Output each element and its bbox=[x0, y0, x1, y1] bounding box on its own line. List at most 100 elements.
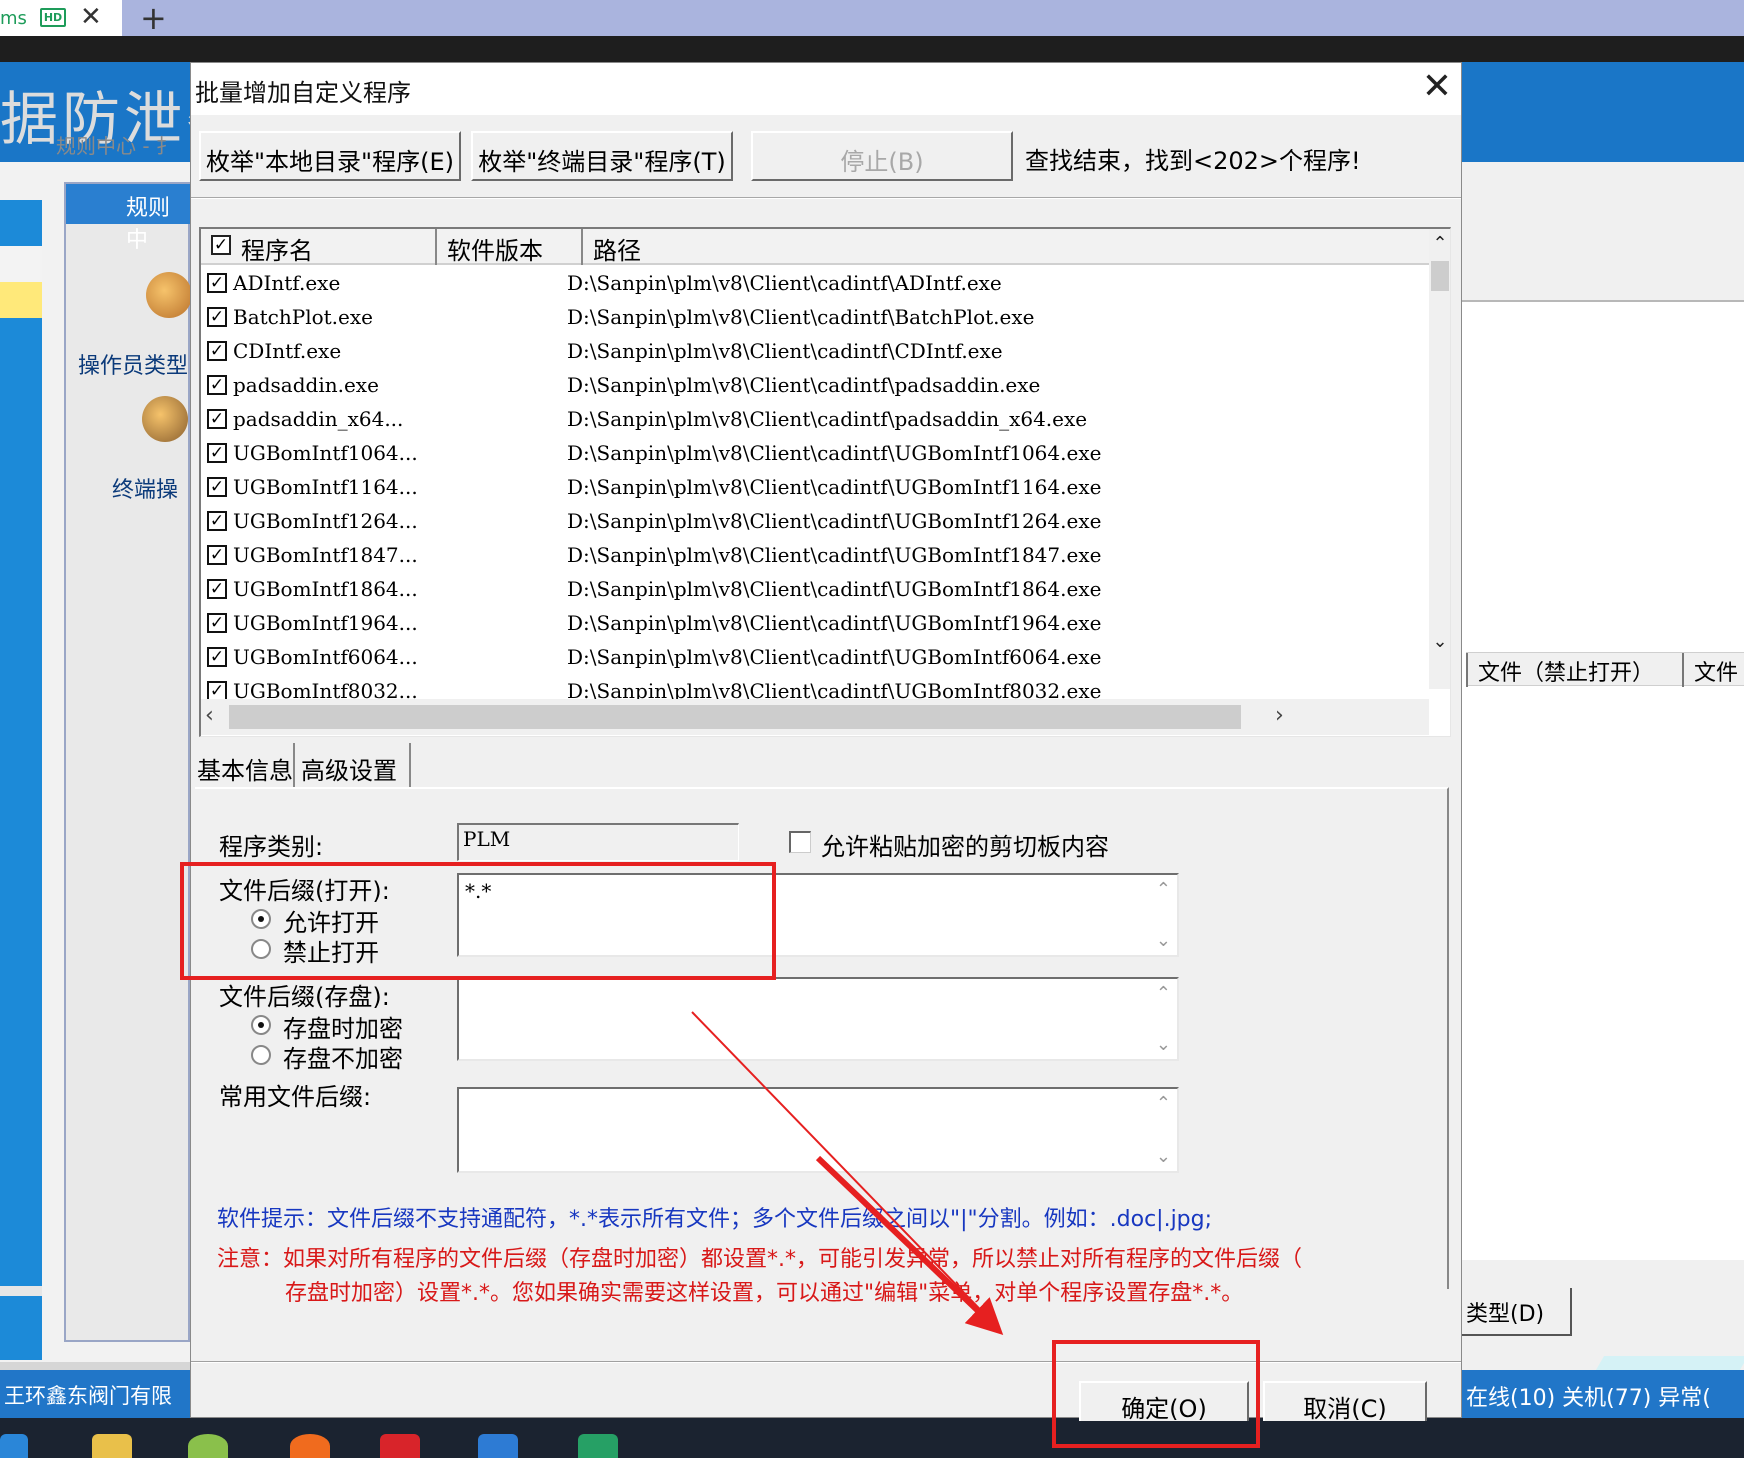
row-checkbox[interactable]: ✓ bbox=[207, 477, 227, 497]
forbid-open-label[interactable]: 禁止打开 bbox=[283, 933, 379, 968]
scroll-right-icon[interactable]: › bbox=[1275, 703, 1284, 728]
table-row[interactable]: ✓ UGBomIntf1847... D:\Sanpin\plm\v8\Client… bbox=[201, 537, 1287, 571]
program-name-cell: CDIntf.exe bbox=[233, 339, 342, 363]
clipboard-checkbox[interactable] bbox=[789, 831, 811, 853]
scroll-up-icon[interactable]: ⌃ bbox=[1156, 1093, 1171, 1114]
scroll-left-icon[interactable]: ‹ bbox=[205, 703, 214, 728]
table-row[interactable]: ✓ CDIntf.exe D:\Sanpin\plm\v8\Client\cadin… bbox=[201, 333, 1287, 367]
row-checkbox[interactable]: ✓ bbox=[207, 681, 227, 701]
scroll-up-icon[interactable]: ⌃ bbox=[1429, 233, 1450, 255]
scroll-thumb[interactable] bbox=[1431, 261, 1449, 291]
ie-icon[interactable] bbox=[0, 1434, 28, 1458]
app-icon[interactable] bbox=[188, 1434, 228, 1458]
scroll-up-icon[interactable]: ⌃ bbox=[1156, 879, 1171, 900]
tab-strip: 基本信息 高级设置 bbox=[191, 743, 1461, 787]
ok-button[interactable]: 确定(O) bbox=[1079, 1381, 1249, 1423]
table-row[interactable]: ✓ UGBomIntf1264... D:\Sanpin\plm\v8\Client… bbox=[201, 503, 1287, 537]
vertical-scrollbar[interactable]: ⌃ ⌄ bbox=[1429, 229, 1450, 689]
wps-icon[interactable] bbox=[380, 1434, 420, 1458]
firefox-icon[interactable] bbox=[290, 1434, 330, 1458]
close-icon[interactable]: ✕ bbox=[1415, 65, 1459, 109]
tab-basic-info[interactable]: 基本信息 bbox=[191, 743, 293, 787]
divider bbox=[191, 1361, 1461, 1363]
bg-nav-item[interactable] bbox=[0, 246, 42, 282]
program-name-cell: UGBomIntf1264... bbox=[233, 509, 418, 533]
clipboard-label[interactable]: 允许粘贴加密的剪切板内容 bbox=[821, 827, 1109, 862]
bg-column-forbid-open[interactable]: 文件（禁止打开） bbox=[1466, 653, 1682, 687]
common-suffix-field[interactable]: ⌃ ⌄ bbox=[457, 1087, 1179, 1173]
tab-close-icon[interactable]: ✕ bbox=[80, 2, 102, 32]
row-checkbox[interactable]: ✓ bbox=[207, 579, 227, 599]
scroll-down-icon[interactable]: ⌄ bbox=[1156, 1034, 1171, 1055]
column-program-name[interactable]: 程序名 bbox=[201, 229, 437, 265]
operator-type-icon[interactable] bbox=[146, 272, 192, 318]
search-result-text: 查找结束，找到<202>个程序! bbox=[1025, 147, 1361, 175]
program-name-cell: UGBomIntf6064... bbox=[233, 645, 418, 669]
allow-open-radio[interactable] bbox=[251, 909, 271, 929]
enum-local-button[interactable]: 枚举"本地目录"程序(E) bbox=[199, 131, 461, 181]
scroll-down-icon[interactable]: ⌄ bbox=[1156, 930, 1171, 951]
row-checkbox[interactable]: ✓ bbox=[207, 341, 227, 361]
tab-advanced-settings[interactable]: 高级设置 bbox=[293, 743, 411, 787]
row-checkbox[interactable]: ✓ bbox=[207, 375, 227, 395]
table-row[interactable]: ✓ UGBomIntf6064... D:\Sanpin\plm\v8\Client… bbox=[201, 639, 1287, 673]
scroll-down-icon[interactable]: ⌄ bbox=[1156, 1146, 1171, 1167]
encrypt-save-radio[interactable] bbox=[251, 1015, 271, 1035]
stop-button[interactable]: 停止(B) bbox=[751, 131, 1013, 181]
file-explorer-icon[interactable] bbox=[92, 1434, 132, 1458]
row-checkbox[interactable]: ✓ bbox=[207, 409, 227, 429]
tip-text: 软件提示：文件后缀不支持通配符，*.*表示所有文件；多个文件后缀之间以"|"分割… bbox=[217, 1207, 1213, 1232]
open-suffix-field[interactable]: *.* ⌃ ⌄ bbox=[457, 873, 1179, 957]
warning-text: 注意：如果对所有程序的文件后缀（存盘时加密）都设置*.*，可能引发异常，所以禁止… bbox=[217, 1243, 1427, 1311]
horizontal-scrollbar[interactable]: ‹ › bbox=[201, 699, 1429, 735]
table-row[interactable]: ✓ UGBomIntf1064... D:\Sanpin\plm\v8\Client… bbox=[201, 435, 1287, 469]
bg-app-right-banner bbox=[1462, 62, 1744, 162]
noencrypt-save-label[interactable]: 存盘不加密 bbox=[283, 1039, 403, 1074]
program-name-cell: padsaddin.exe bbox=[233, 373, 379, 397]
program-path-cell: D:\Sanpin\plm\v8\Client\cadintf\UGBomInt… bbox=[567, 441, 1102, 465]
noencrypt-save-radio[interactable] bbox=[251, 1045, 271, 1065]
table-row[interactable]: ✓ UGBomIntf1164... D:\Sanpin\plm\v8\Client… bbox=[201, 469, 1287, 503]
table-row[interactable]: ✓ BatchPlot.exe D:\Sanpin\plm\v8\Client\ca… bbox=[201, 299, 1287, 333]
dialog-title-bar[interactable]: 批量增加自定义程序 ✕ bbox=[191, 63, 1461, 115]
bg-operator-type-label[interactable]: 操作员类型 bbox=[78, 348, 188, 380]
row-checkbox[interactable]: ✓ bbox=[207, 443, 227, 463]
row-checkbox[interactable]: ✓ bbox=[207, 307, 227, 327]
program-list[interactable]: ✓ 程序名 软件版本 路径 ✓ ADIntf.exe D:\Sanpin\plm\v… bbox=[199, 227, 1451, 737]
row-checkbox[interactable]: ✓ bbox=[207, 511, 227, 531]
bg-terminal-op-label[interactable]: 终端操 bbox=[112, 472, 178, 504]
save-suffix-field[interactable]: ⌃ ⌄ bbox=[457, 977, 1179, 1061]
scroll-down-icon[interactable]: ⌄ bbox=[1429, 631, 1450, 653]
row-checkbox[interactable]: ✓ bbox=[207, 273, 227, 293]
table-row[interactable]: ✓ UGBomIntf1864... D:\Sanpin\plm\v8\Client… bbox=[201, 571, 1287, 605]
bg-app-right-toolbar bbox=[1462, 162, 1744, 302]
bg-nav-item[interactable] bbox=[0, 1286, 42, 1296]
new-tab-icon[interactable]: + bbox=[140, 0, 167, 37]
table-row[interactable]: ✓ UGBomIntf1964... D:\Sanpin\plm\v8\Client… bbox=[201, 605, 1287, 639]
bg-nav-item-selected[interactable] bbox=[0, 282, 42, 318]
row-checkbox[interactable]: ✓ bbox=[207, 613, 227, 633]
table-row[interactable]: ✓ padsaddin.exe D:\Sanpin\plm\v8\Client\ca… bbox=[201, 367, 1287, 401]
table-row[interactable]: ✓ padsaddin_x64... D:\Sanpin\plm\v8\Client… bbox=[201, 401, 1287, 435]
forbid-open-radio[interactable] bbox=[251, 939, 271, 959]
app-icon[interactable] bbox=[478, 1434, 518, 1458]
column-version[interactable]: 软件版本 bbox=[437, 229, 583, 265]
scroll-thumb[interactable] bbox=[229, 705, 1241, 729]
browser-tab-bar: ms HD ✕ + bbox=[0, 0, 1744, 37]
program-type-field[interactable]: PLM bbox=[457, 823, 739, 861]
browser-tab[interactable]: ms HD ✕ bbox=[0, 0, 122, 36]
program-path-cell: D:\Sanpin\plm\v8\Client\cadintf\ADIntf.e… bbox=[567, 271, 1002, 295]
column-path[interactable]: 路径 bbox=[583, 229, 1441, 265]
enum-terminal-button[interactable]: 枚举"终端目录"程序(T) bbox=[471, 131, 733, 181]
bg-column-file[interactable]: 文件 bbox=[1682, 653, 1744, 687]
table-row[interactable]: ✓ ADIntf.exe D:\Sanpin\plm\v8\Client\cadin… bbox=[201, 265, 1287, 299]
row-checkbox[interactable]: ✓ bbox=[207, 545, 227, 565]
scroll-up-icon[interactable]: ⌃ bbox=[1156, 983, 1171, 1004]
terminal-operator-icon[interactable] bbox=[142, 396, 188, 442]
row-checkbox[interactable]: ✓ bbox=[207, 647, 227, 667]
program-path-cell: D:\Sanpin\plm\v8\Client\cadintf\UGBomInt… bbox=[567, 543, 1102, 567]
bg-decoration bbox=[1595, 1356, 1744, 1370]
bg-type-button[interactable]: 类型(D) bbox=[1462, 1288, 1572, 1336]
cancel-button[interactable]: 取消(C) bbox=[1263, 1381, 1427, 1423]
shield-icon[interactable] bbox=[578, 1434, 618, 1458]
